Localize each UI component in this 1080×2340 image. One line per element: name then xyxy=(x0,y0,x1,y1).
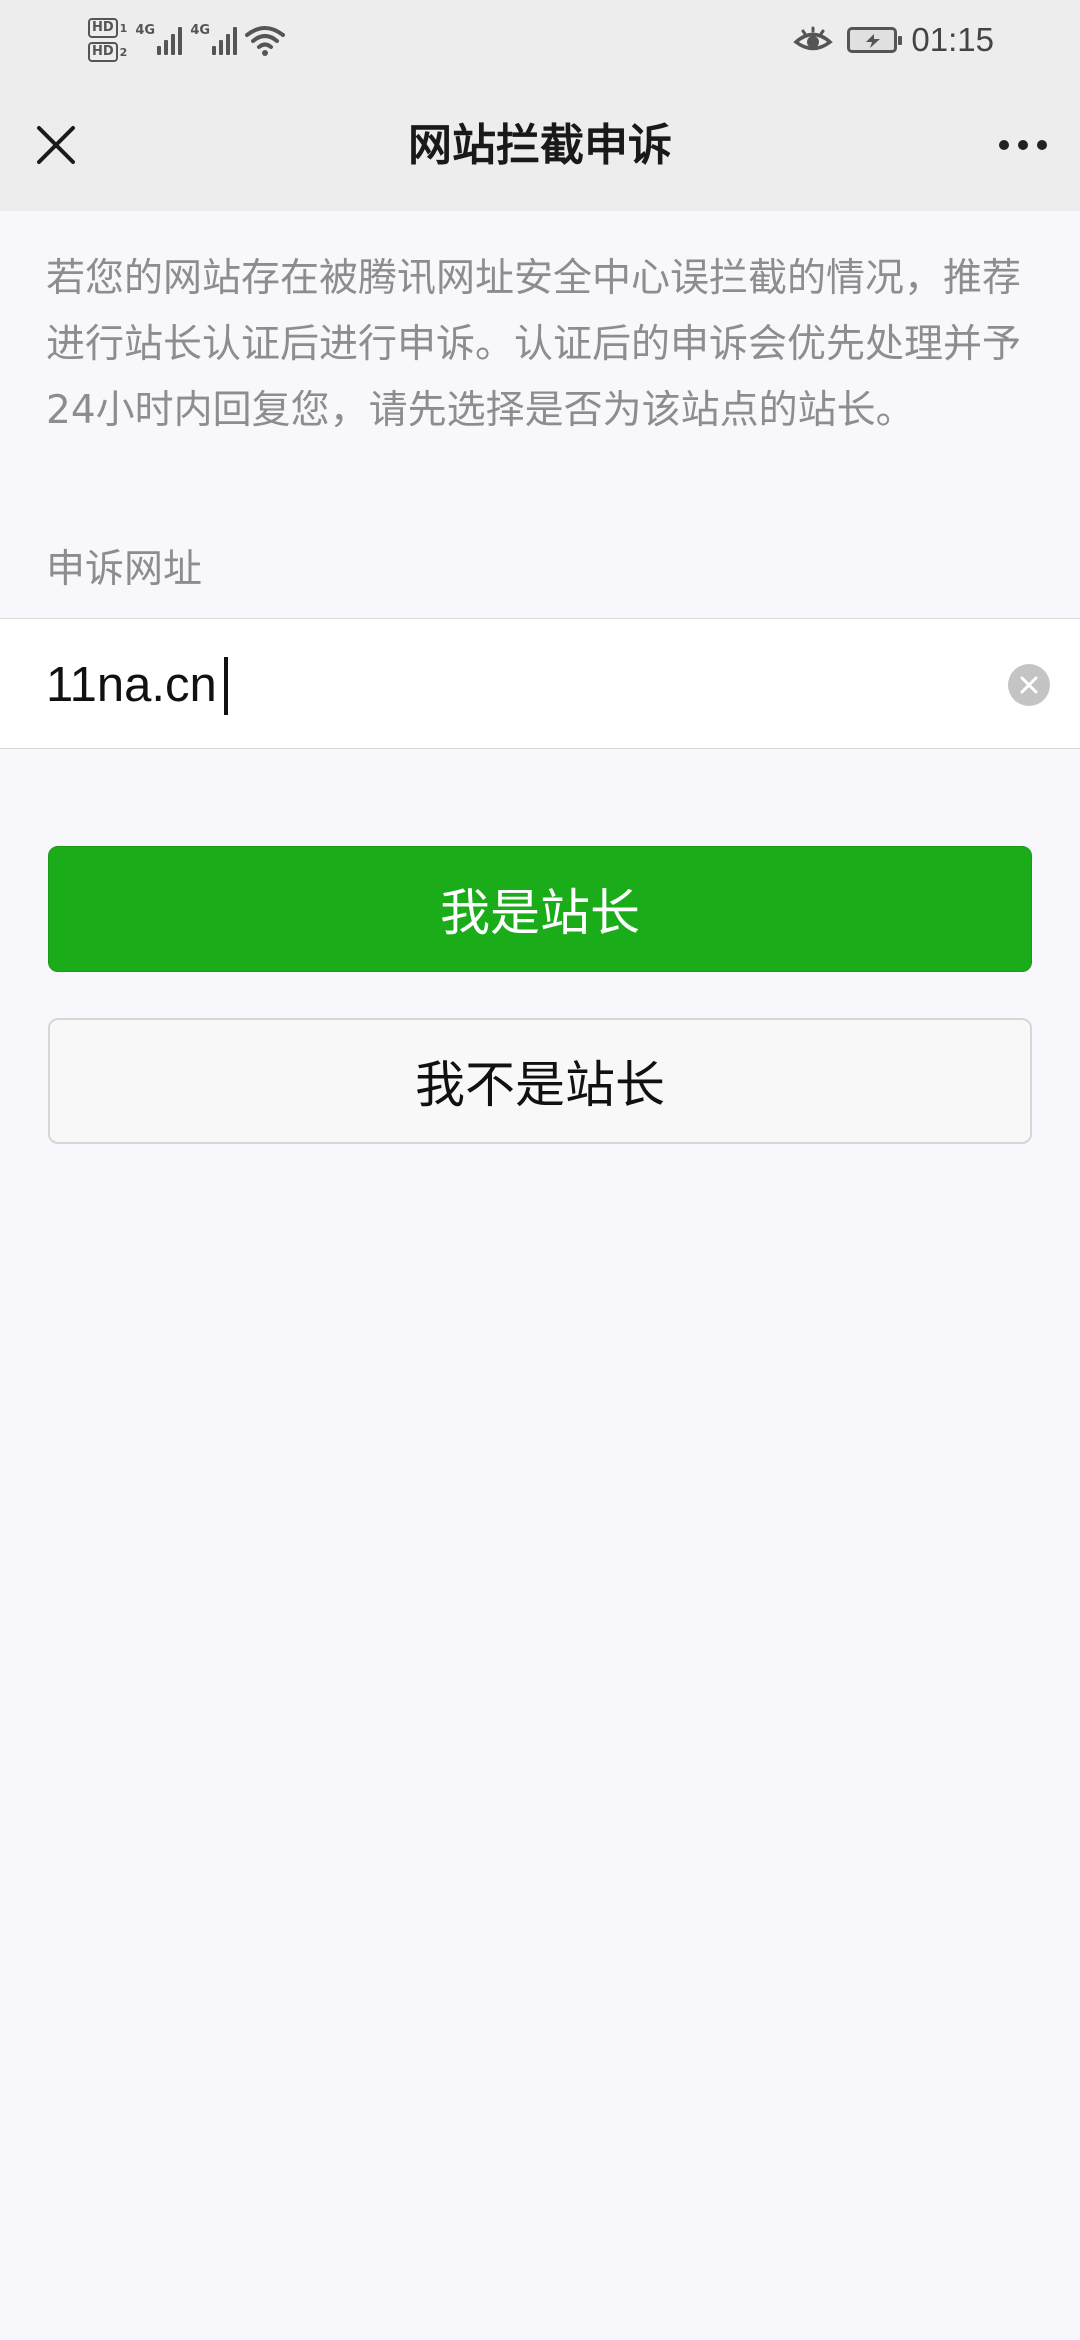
signal-icon: 4G xyxy=(135,23,183,55)
more-button[interactable] xyxy=(988,113,1058,177)
close-icon xyxy=(37,126,75,164)
signal-icon: 4G xyxy=(190,23,238,55)
sim1-index: 1 xyxy=(119,21,128,35)
intro-text: 若您的网站存在被腾讯网址安全中心误拦截的情况，推荐进行站长认证后进行申诉。认证后… xyxy=(46,256,1022,433)
text-caret xyxy=(224,657,228,715)
sim1-hd-badge: HD 1 xyxy=(88,18,127,38)
status-left: HD 1 HD 2 4G 4G xyxy=(88,12,286,68)
sim-indicators: HD 1 HD 2 xyxy=(88,18,127,62)
more-icon xyxy=(1037,140,1047,150)
url-input-cell xyxy=(0,618,1080,749)
is-owner-button[interactable]: 我是站长 xyxy=(48,846,1032,972)
clear-icon xyxy=(1020,676,1038,694)
network2-label: 4G xyxy=(190,23,211,38)
sim2-hd-badge: HD 2 xyxy=(88,42,127,62)
sim2-index: 2 xyxy=(119,45,128,59)
network1-label: 4G xyxy=(135,23,156,38)
status-right: 01:15 xyxy=(793,14,994,66)
sim2-hd-label: HD xyxy=(88,42,118,62)
clear-input-button[interactable] xyxy=(1008,664,1050,706)
battery-icon xyxy=(847,27,903,53)
wifi-icon xyxy=(245,26,286,56)
status-bar: HD 1 HD 2 4G 4G 01:15 xyxy=(0,0,1080,80)
sim1-hd-label: HD xyxy=(88,18,118,38)
nav-bar: 网站拦截申诉 xyxy=(0,80,1080,211)
url-input[interactable] xyxy=(46,645,946,725)
url-label: 申诉网址 xyxy=(46,547,203,592)
eye-icon xyxy=(793,26,834,51)
page-title: 网站拦截申诉 xyxy=(408,120,672,171)
more-icon xyxy=(999,140,1009,150)
close-button[interactable] xyxy=(24,113,88,177)
more-icon xyxy=(1018,140,1028,150)
status-time: 01:15 xyxy=(911,21,994,58)
not-owner-button[interactable]: 我不是站长 xyxy=(48,1018,1032,1144)
